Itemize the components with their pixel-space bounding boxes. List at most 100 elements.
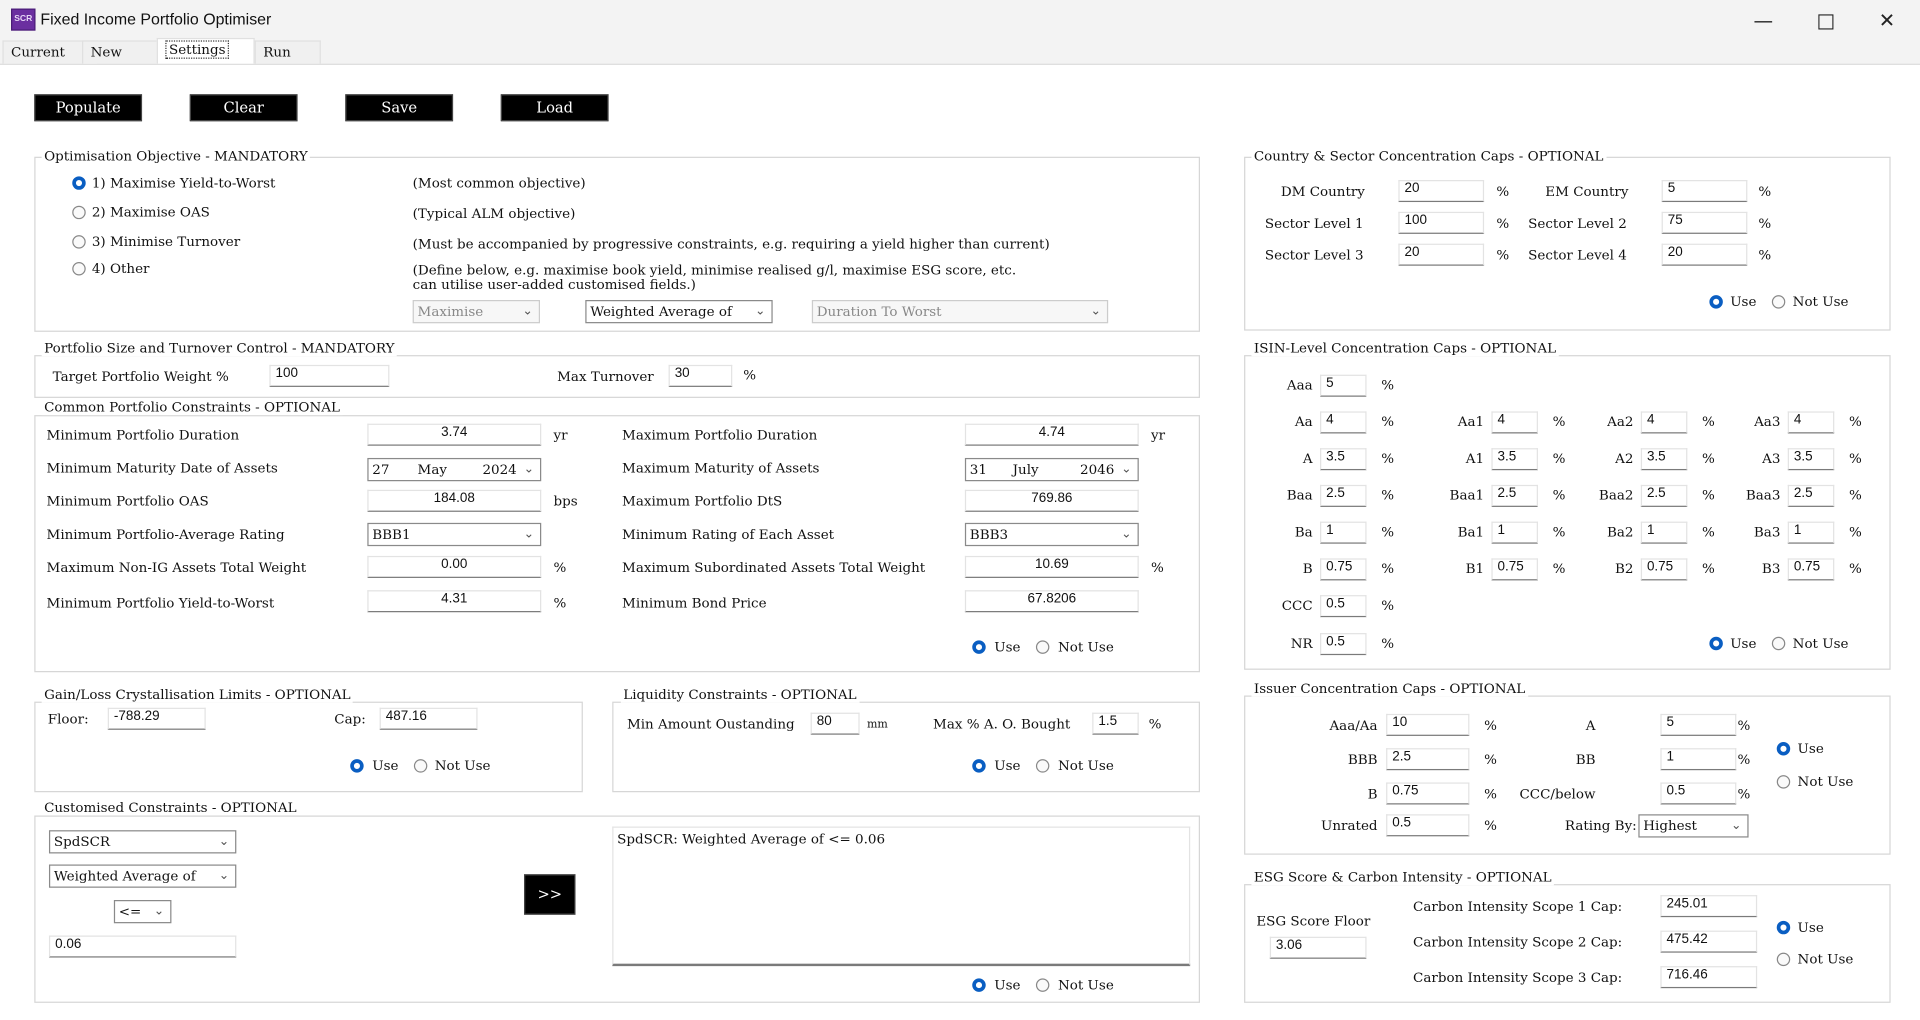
- isin-input-b[interactable]: 0.75: [1320, 558, 1367, 581]
- country-title: Country & Sector Concentration Caps - OP…: [1251, 148, 1606, 165]
- liquidity-title: Liquidity Constraints - OPTIONAL: [620, 686, 860, 703]
- rating-by-select[interactable]: Highest ⌄: [1638, 814, 1749, 838]
- custom-operator-select[interactable]: <= ⌄: [113, 900, 172, 924]
- gainloss-use-radio[interactable]: [350, 759, 364, 773]
- carbon-scope3-input[interactable]: 716.46: [1660, 966, 1758, 989]
- sector2-input[interactable]: 75: [1661, 211, 1748, 234]
- tab-run[interactable]: Run: [254, 40, 321, 64]
- objective-radio-3[interactable]: [72, 235, 86, 249]
- em-country-input[interactable]: 5: [1661, 180, 1748, 203]
- gainloss-not-use-radio[interactable]: [413, 759, 428, 773]
- isin-input-aa[interactable]: 4: [1320, 411, 1367, 434]
- min-avg-rating-select[interactable]: BBB1 ⌄: [367, 522, 542, 547]
- isin-input-a3[interactable]: 3.5: [1787, 448, 1835, 471]
- min-asset-rating-select[interactable]: BBB3 ⌄: [964, 522, 1139, 547]
- isin-input-b1[interactable]: 0.75: [1491, 558, 1538, 581]
- custom-use-radio[interactable]: [972, 978, 986, 992]
- objective-aggregation-select[interactable]: Weighted Average of ⌄: [585, 300, 773, 324]
- isin-input-ccc[interactable]: 0.5: [1320, 595, 1367, 618]
- isin-input-aaa[interactable]: 5: [1320, 374, 1367, 397]
- sector1-input[interactable]: 100: [1398, 211, 1485, 234]
- min-ytw-input[interactable]: 4.31: [367, 590, 542, 613]
- custom-aggregation-select[interactable]: Weighted Average of ⌄: [48, 864, 237, 888]
- issuer-input-bbb[interactable]: 2.5: [1386, 748, 1470, 771]
- target-weight-input[interactable]: 100: [269, 364, 390, 387]
- esg-use-radio[interactable]: [1776, 920, 1791, 935]
- clear-button[interactable]: Clear: [189, 94, 298, 122]
- custom-constraints-output[interactable]: SpdSCR: Weighted Average of <= 0.06: [612, 826, 1191, 967]
- issuer-use-radio[interactable]: [1776, 742, 1791, 756]
- min-duration-input[interactable]: 3.74: [367, 423, 542, 446]
- issuer-input-a[interactable]: 5: [1660, 713, 1737, 736]
- min-bond-price-input[interactable]: 67.8206: [964, 590, 1139, 613]
- common-use-radio[interactable]: [972, 640, 986, 654]
- objective-field-select[interactable]: Duration To Worst ⌄: [811, 300, 1109, 324]
- isin-input-b2[interactable]: 0.75: [1640, 558, 1688, 581]
- max-ao-input[interactable]: 1.5: [1092, 712, 1139, 735]
- carbon-scope2-input[interactable]: 475.42: [1660, 930, 1758, 953]
- max-subordinated-input[interactable]: 10.69: [964, 555, 1139, 578]
- isin-use-radio[interactable]: [1709, 636, 1723, 651]
- custom-not-use-radio[interactable]: [1035, 978, 1050, 992]
- issuer-unrated-input[interactable]: 0.5: [1386, 814, 1470, 837]
- objective-radio-2[interactable]: [72, 205, 86, 220]
- custom-value-input[interactable]: 0.06: [48, 935, 237, 958]
- isin-input-baa3[interactable]: 2.5: [1787, 484, 1835, 507]
- max-turnover-input[interactable]: 30: [668, 364, 733, 387]
- esg-floor-input[interactable]: 3.06: [1269, 936, 1367, 959]
- gainloss-cap-input[interactable]: 487.16: [379, 707, 478, 730]
- isin-input-b3[interactable]: 0.75: [1787, 558, 1835, 581]
- objective-radio-1[interactable]: [72, 176, 86, 190]
- isin-input-a2[interactable]: 3.5: [1640, 448, 1688, 471]
- close-button[interactable]: ✕: [1859, 5, 1915, 34]
- objective-direction-select[interactable]: Maximise ⌄: [412, 300, 541, 324]
- liquidity-not-use-radio[interactable]: [1035, 759, 1050, 773]
- isin-input-a1[interactable]: 3.5: [1491, 448, 1538, 471]
- max-duration-input[interactable]: 4.74: [964, 423, 1139, 446]
- isin-input-baa1[interactable]: 2.5: [1491, 484, 1538, 507]
- liquidity-use-radio[interactable]: [972, 759, 986, 773]
- minimize-button[interactable]: —: [1735, 5, 1791, 34]
- max-maturity-date-picker[interactable]: 31 July 2046 ⌄: [964, 457, 1139, 482]
- esg-not-use-radio[interactable]: [1776, 952, 1791, 967]
- isin-input-baa2[interactable]: 2.5: [1640, 484, 1688, 507]
- isin-input-ba2[interactable]: 1: [1640, 521, 1688, 544]
- sector4-input[interactable]: 20: [1661, 243, 1748, 266]
- issuer-input-aaaaa[interactable]: 10: [1386, 713, 1470, 736]
- isin-input-ba1[interactable]: 1: [1491, 521, 1538, 544]
- maximize-button[interactable]: □: [1798, 5, 1854, 34]
- min-maturity-date-picker[interactable]: 27 May 2024 ⌄: [367, 457, 542, 482]
- max-dts-input[interactable]: 769.86: [964, 489, 1139, 512]
- load-button[interactable]: Load: [500, 94, 609, 122]
- add-constraint-button[interactable]: >>: [524, 874, 576, 915]
- min-amount-input[interactable]: 80: [810, 712, 860, 735]
- min-oas-input[interactable]: 184.08: [367, 489, 542, 512]
- isin-input-aa2[interactable]: 4: [1640, 411, 1688, 434]
- populate-button[interactable]: Populate: [34, 94, 143, 122]
- save-button[interactable]: Save: [345, 94, 454, 122]
- carbon-scope1-input[interactable]: 245.01: [1660, 895, 1758, 918]
- isin-input-a[interactable]: 3.5: [1320, 448, 1367, 471]
- isin-not-use-radio[interactable]: [1771, 636, 1786, 651]
- issuer-not-use-radio[interactable]: [1776, 775, 1791, 789]
- common-not-use-radio[interactable]: [1035, 640, 1050, 654]
- isin-input-nr[interactable]: 0.5: [1320, 633, 1367, 656]
- tab-new[interactable]: New: [82, 40, 158, 64]
- isin-input-aa3[interactable]: 4: [1787, 411, 1835, 434]
- objective-radio-4[interactable]: [72, 262, 86, 276]
- dm-country-input[interactable]: 20: [1398, 180, 1485, 203]
- isin-input-baa[interactable]: 2.5: [1320, 484, 1367, 507]
- issuer-input-cccbelow[interactable]: 0.5: [1660, 782, 1737, 805]
- isin-input-ba[interactable]: 1: [1320, 521, 1367, 544]
- issuer-input-bb[interactable]: 1: [1660, 748, 1737, 771]
- gainloss-floor-input[interactable]: -788.29: [107, 707, 206, 730]
- country-not-use-radio[interactable]: [1771, 295, 1786, 309]
- tab-settings[interactable]: Settings: [156, 37, 255, 64]
- max-nonig-input[interactable]: 0.00: [367, 555, 542, 578]
- custom-field-select[interactable]: SpdSCR ⌄: [48, 830, 237, 854]
- issuer-input-b[interactable]: 0.75: [1386, 782, 1470, 805]
- sector3-input[interactable]: 20: [1398, 243, 1485, 266]
- country-use-radio[interactable]: [1709, 295, 1723, 309]
- isin-input-ba3[interactable]: 1: [1787, 521, 1835, 544]
- isin-input-aa1[interactable]: 4: [1491, 411, 1538, 434]
